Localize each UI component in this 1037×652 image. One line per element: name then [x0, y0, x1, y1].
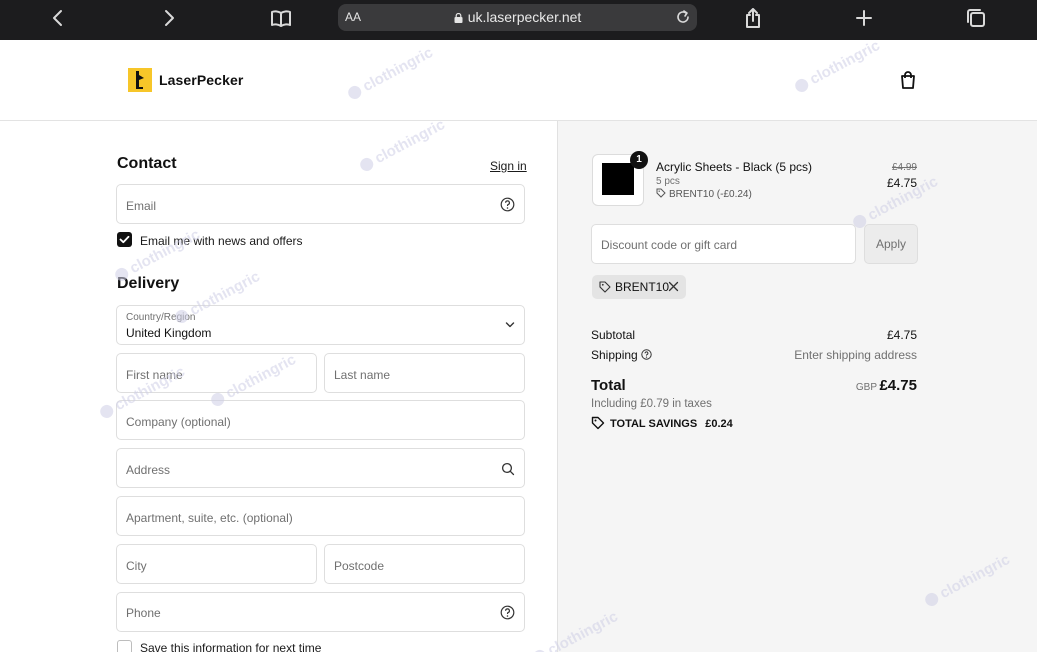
tabs-icon[interactable] — [960, 4, 992, 32]
shopping-bag-icon[interactable] — [898, 70, 918, 90]
product-image — [602, 163, 634, 195]
country-value: United Kingdom — [126, 326, 212, 340]
brand-name[interactable]: LaserPecker — [159, 72, 243, 88]
url-display: uk.laserpecker.net — [338, 9, 697, 25]
apply-button[interactable]: Apply — [864, 224, 918, 264]
product-discount: BRENT10 (-£0.24) — [656, 188, 752, 200]
currency-code: GBP — [855, 382, 877, 393]
company-placeholder: Company (optional) — [126, 415, 231, 429]
help-icon[interactable] — [500, 605, 515, 620]
reload-icon[interactable] — [675, 9, 691, 25]
marketing-checkbox[interactable] — [117, 232, 132, 247]
discount-code-placeholder: Discount code or gift card — [601, 238, 738, 252]
country-select[interactable]: Country/Region United Kingdom — [116, 305, 525, 345]
total-value: £4.75 — [879, 377, 917, 394]
phone-field[interactable]: Phone — [116, 592, 525, 632]
back-icon[interactable] — [42, 4, 74, 32]
total-savings-value: £0.24 — [705, 418, 733, 430]
last-name-placeholder: Last name — [334, 368, 391, 382]
original-price: £4.99 — [891, 162, 917, 173]
save-info-checkbox[interactable] — [117, 640, 132, 652]
tag-icon — [591, 416, 605, 430]
shipping-label: Shipping — [591, 348, 638, 362]
contact-heading: Contact — [117, 155, 177, 172]
applied-discount-code: BRENT10 — [615, 280, 670, 294]
checkmark-icon — [119, 235, 130, 244]
applied-discount-chip: BRENT10 — [592, 275, 686, 299]
discounted-price: £4.75 — [886, 176, 917, 190]
email-placeholder: Email — [126, 199, 157, 213]
checkout-form: Contact Sign in Email Email me with news… — [0, 121, 557, 652]
total-label: Total — [591, 377, 626, 394]
save-info-label: Save this information for next time — [140, 641, 322, 652]
remove-discount-icon[interactable] — [668, 281, 679, 292]
delivery-heading: Delivery — [117, 275, 180, 292]
address-placeholder: Address — [126, 463, 171, 477]
postcode-placeholder: Postcode — [334, 559, 385, 573]
city-field[interactable]: City — [116, 544, 317, 584]
discount-code-input[interactable]: Discount code or gift card — [591, 224, 856, 264]
order-summary: 1 Acrylic Sheets - Black (5 pcs) 5 pcs B… — [557, 121, 1037, 652]
city-placeholder: City — [126, 559, 147, 573]
laserpecker-logo-icon[interactable] — [128, 68, 152, 92]
email-field[interactable]: Email — [116, 184, 525, 224]
search-icon — [501, 462, 515, 476]
first-name-placeholder: First name — [126, 368, 183, 382]
url-text: uk.laserpecker.net — [467, 9, 582, 25]
phone-placeholder: Phone — [126, 606, 161, 620]
country-label: Country/Region — [126, 312, 196, 323]
total-savings-label: TOTAL SAVINGS — [610, 418, 698, 430]
postcode-field[interactable]: Postcode — [324, 544, 525, 584]
product-variant: 5 pcs — [656, 176, 680, 187]
company-field[interactable]: Company (optional) — [116, 400, 525, 440]
product-discount-text: BRENT10 (-£0.24) — [669, 189, 752, 200]
lock-icon — [454, 13, 463, 23]
help-icon[interactable] — [500, 197, 515, 212]
share-icon[interactable] — [737, 4, 769, 32]
total-savings: TOTAL SAVINGS £0.24 — [591, 416, 733, 430]
last-name-field[interactable]: Last name — [324, 353, 525, 393]
bookmarks-icon[interactable] — [265, 4, 297, 32]
apartment-field[interactable]: Apartment, suite, etc. (optional) — [116, 496, 525, 536]
address-bar[interactable]: AA uk.laserpecker.net — [338, 4, 697, 31]
tag-icon — [656, 188, 666, 198]
help-icon[interactable] — [641, 349, 652, 360]
product-name: Acrylic Sheets - Black (5 pcs) — [656, 160, 813, 174]
tag-icon — [599, 281, 611, 293]
chevron-down-icon — [505, 322, 515, 328]
marketing-label: Email me with news and offers — [140, 234, 303, 248]
address-field[interactable]: Address — [116, 448, 525, 488]
first-name-field[interactable]: First name — [116, 353, 317, 393]
site-header: LaserPecker — [0, 40, 1037, 121]
sign-in-link[interactable]: Sign in — [490, 159, 527, 173]
forward-icon[interactable] — [153, 4, 185, 32]
tax-note: Including £0.79 in taxes — [591, 398, 712, 410]
shipping-value: Enter shipping address — [794, 348, 917, 362]
subtotal-value: £4.75 — [886, 328, 917, 342]
apartment-placeholder: Apartment, suite, etc. (optional) — [126, 511, 293, 525]
subtotal-label: Subtotal — [591, 328, 636, 342]
new-tab-icon[interactable] — [848, 4, 880, 32]
quantity-badge: 1 — [630, 151, 648, 169]
shipping-label-row: Shipping — [591, 348, 652, 362]
browser-toolbar: AA uk.laserpecker.net — [0, 0, 1037, 40]
